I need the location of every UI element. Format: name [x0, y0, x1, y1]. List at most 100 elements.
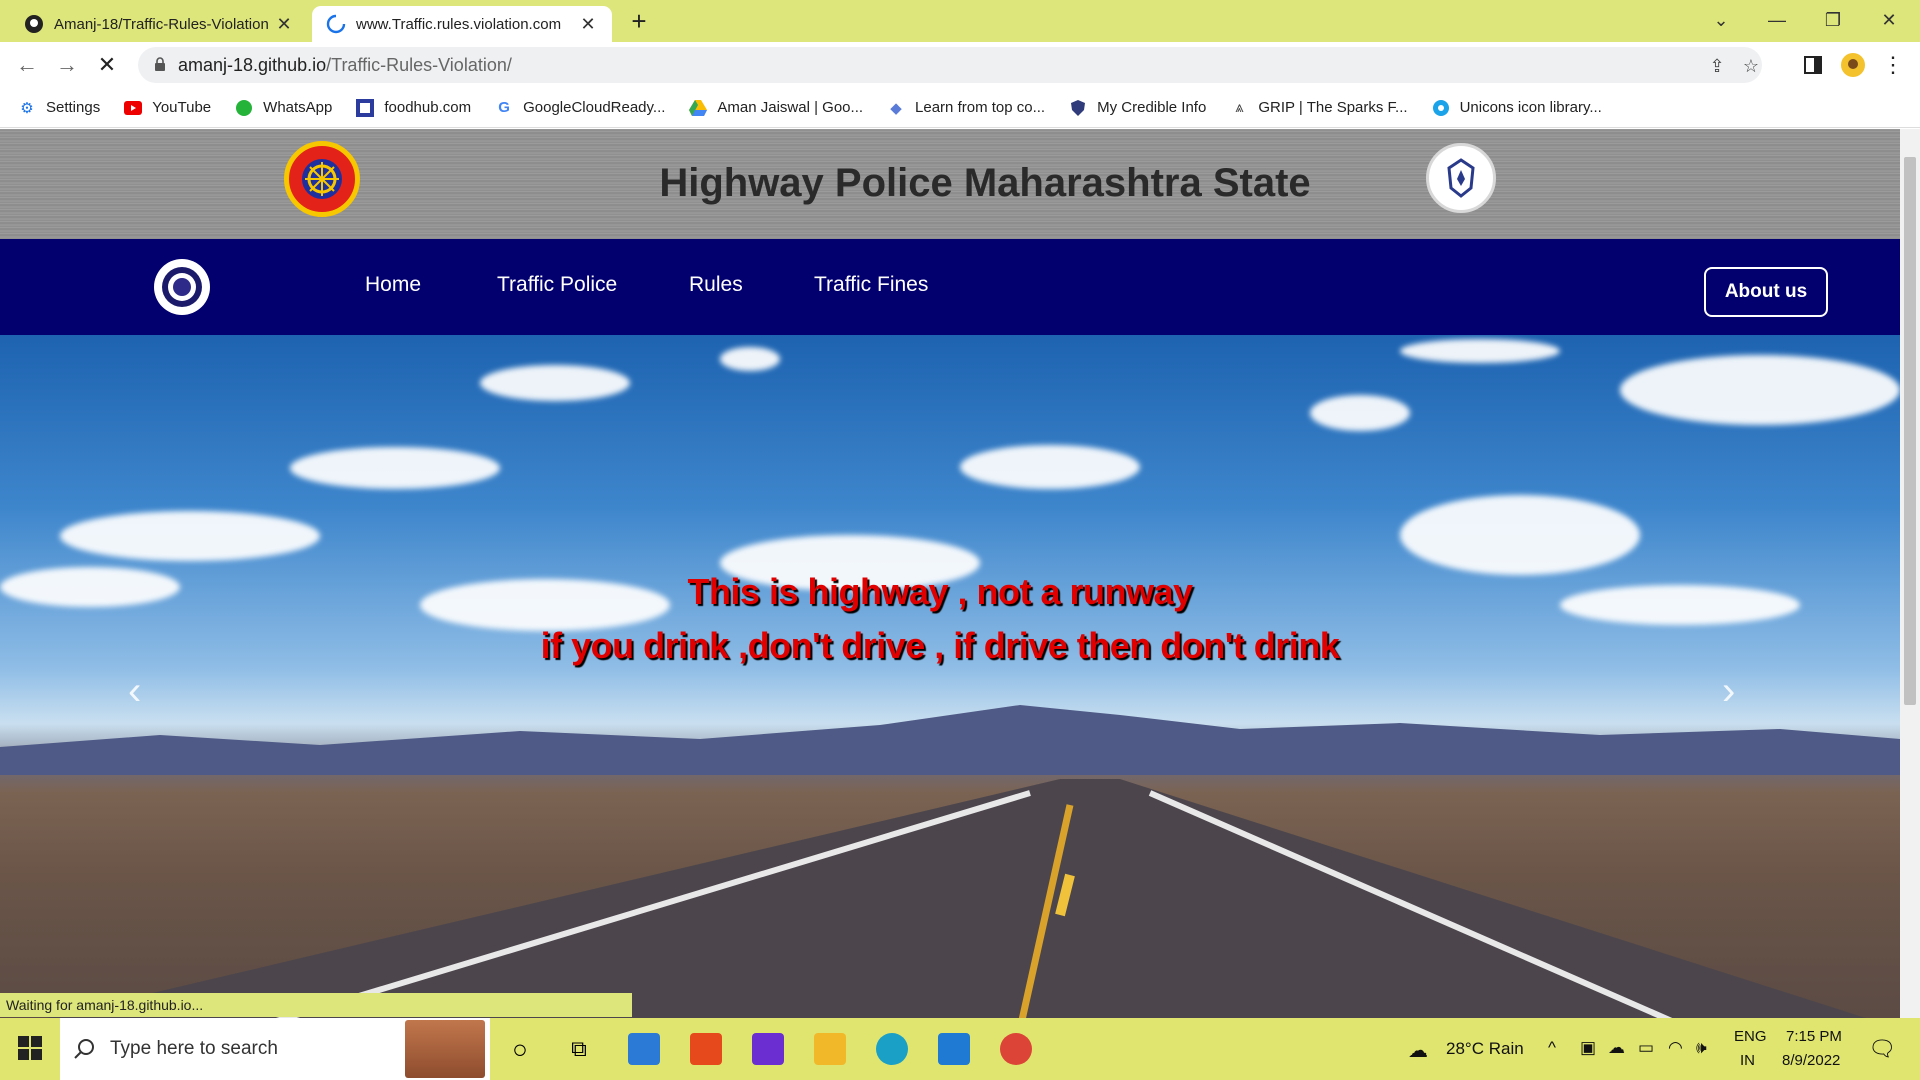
grip-icon: ⩓	[1235, 99, 1244, 116]
lock-icon[interactable]	[154, 56, 166, 72]
nav-home-link[interactable]: Home	[365, 273, 421, 297]
new-tab-button[interactable]: +	[624, 6, 654, 36]
tray-meet-icon[interactable]: ▣	[1580, 1038, 1596, 1058]
cortana-icon[interactable]: ○	[504, 1033, 536, 1065]
drive-icon	[689, 99, 708, 117]
tab-strip: Amanj-18/Traffic-Rules-Violation ✕ www.T…	[0, 0, 1920, 42]
site-title: Highway Police Maharashtra State	[659, 161, 1311, 205]
bookmark-label: WhatsApp	[263, 99, 333, 116]
tab-search-icon[interactable]: ⌄	[1696, 0, 1746, 40]
google-icon: G	[498, 99, 510, 116]
side-panel-icon[interactable]	[1800, 52, 1826, 78]
hero-carousel: This is highway , not a runway if you dr…	[0, 335, 1900, 1029]
page-scrollbar[interactable]	[1900, 129, 1920, 1029]
stop-loading-button[interactable]: ✕	[92, 50, 122, 80]
bookmark-foodhub[interactable]: foodhub.com	[356, 98, 472, 117]
profile-avatar[interactable]	[1840, 52, 1866, 78]
unicons-icon	[1432, 99, 1450, 117]
status-bubble: Waiting for amanj-18.github.io...	[0, 993, 632, 1017]
clock-time[interactable]: 7:15 PM	[1786, 1028, 1842, 1045]
loading-spinner-icon	[326, 14, 346, 34]
diamond-icon: ◆	[890, 99, 902, 117]
windows-taskbar: Type here to search ○ ⧉ ☁ 28°C Rain ^ ▣ …	[0, 1018, 1920, 1080]
cloud	[60, 511, 320, 561]
carousel-next-icon[interactable]: ›	[1722, 671, 1752, 711]
weather-cloud-icon[interactable]: ☁	[1408, 1038, 1428, 1063]
battery-icon[interactable]: ▭	[1638, 1038, 1654, 1058]
show-hidden-icons[interactable]: ^	[1548, 1038, 1556, 1058]
menu-kebab-icon[interactable]: ⋮	[1878, 50, 1908, 80]
cloud	[480, 365, 630, 401]
bookmark-unicons[interactable]: Unicons icon library...	[1432, 99, 1602, 117]
minimize-button[interactable]: —	[1752, 0, 1802, 40]
task-view-icon[interactable]: ⧉	[563, 1033, 595, 1065]
url-host: amanj-18.github.io	[178, 55, 327, 75]
close-tab-icon[interactable]: ✕	[578, 14, 598, 35]
back-button[interactable]: ←	[12, 50, 42, 80]
carousel-prev-icon[interactable]: ‹	[128, 671, 158, 711]
main-navbar: Home Traffic Police Rules Traffic Fines …	[0, 239, 1900, 335]
toolbar: ← → ✕ amanj-18.github.io/Traffic-Rules-V…	[0, 42, 1920, 88]
close-window-button[interactable]: ✕	[1864, 0, 1914, 40]
bookmark-learn[interactable]: ◆ Learn from top co...	[887, 99, 1045, 117]
bookmark-youtube[interactable]: YouTube	[124, 99, 211, 117]
github-icon	[25, 15, 43, 33]
whatsapp-icon	[235, 99, 253, 117]
clock-date[interactable]: 8/9/2022	[1782, 1052, 1840, 1069]
cloud	[1310, 395, 1410, 431]
tab-active[interactable]: www.Traffic.rules.violation.com ✕	[312, 6, 612, 42]
lang-bottom[interactable]: IN	[1740, 1052, 1755, 1069]
url-text[interactable]: amanj-18.github.io/Traffic-Rules-Violati…	[178, 55, 512, 76]
mountain-range	[0, 705, 1900, 775]
tab-github[interactable]: Amanj-18/Traffic-Rules-Violation ✕	[10, 6, 308, 42]
bookmark-label: Settings	[46, 99, 101, 116]
about-us-button[interactable]: About us	[1704, 267, 1828, 317]
bookmark-whatsapp[interactable]: WhatsApp	[235, 99, 332, 117]
bookmark-credible[interactable]: My Credible Info	[1069, 99, 1206, 117]
office-icon[interactable]	[690, 1033, 722, 1065]
url-path: /Traffic-Rules-Violation/	[326, 55, 512, 75]
search-highlight-image[interactable]	[405, 1020, 485, 1078]
nav-rules-link[interactable]: Rules	[689, 273, 743, 297]
edge-icon[interactable]	[876, 1033, 908, 1065]
windows-start-icon[interactable]	[14, 1032, 46, 1064]
intellij-icon[interactable]	[752, 1033, 784, 1065]
site-header: Highway Police Maharashtra State	[0, 129, 1900, 239]
cloud	[1620, 355, 1900, 425]
gear-icon: ⚙	[20, 99, 34, 117]
bookmark-star-icon[interactable]: ☆	[1738, 53, 1764, 79]
chrome-icon[interactable]	[1000, 1033, 1032, 1065]
vscode-icon[interactable]	[938, 1033, 970, 1065]
bookmark-googlecloud[interactable]: G GoogleCloudReady...	[495, 99, 665, 117]
onedrive-icon[interactable]: ☁	[1608, 1038, 1625, 1058]
bookmark-label: Learn from top co...	[915, 99, 1046, 116]
nav-traffic-fines-link[interactable]: Traffic Fines	[814, 273, 928, 297]
notification-icon[interactable]: 🗨	[1868, 1036, 1896, 1062]
close-tab-icon[interactable]: ✕	[274, 14, 294, 35]
page-viewport: Highway Police Maharashtra State Home Tr…	[0, 129, 1900, 1029]
address-bar[interactable]: amanj-18.github.io/Traffic-Rules-Violati…	[138, 47, 1762, 83]
share-icon[interactable]: ⇪	[1704, 53, 1730, 79]
forward-button[interactable]: →	[52, 50, 82, 80]
bookmark-settings[interactable]: ⚙ Settings	[18, 99, 100, 117]
cloud	[0, 567, 180, 607]
bookmark-label: Aman Jaiswal | Goo...	[717, 99, 864, 116]
weather-text[interactable]: 28°C Rain	[1446, 1039, 1524, 1059]
bookmark-drive[interactable]: Aman Jaiswal | Goo...	[689, 99, 863, 117]
file-explorer-icon[interactable]	[814, 1033, 846, 1065]
nav-traffic-police-link[interactable]: Traffic Police	[497, 273, 617, 297]
mail-icon[interactable]	[628, 1033, 660, 1065]
taskbar-search[interactable]: Type here to search	[60, 1018, 490, 1080]
scrollbar-thumb[interactable]	[1904, 157, 1916, 705]
hero-subheading: if you drink ,don't drive , if drive the…	[540, 625, 1340, 666]
volume-icon[interactable]: 🕪	[1696, 1038, 1707, 1058]
nav-logo[interactable]	[154, 259, 210, 315]
bookmark-label: GRIP | The Sparks F...	[1258, 99, 1408, 116]
cloud	[290, 447, 500, 489]
tab-title: www.Traffic.rules.violation.com	[356, 15, 562, 33]
lang-top[interactable]: ENG	[1734, 1028, 1767, 1045]
wifi-icon[interactable]: ◠	[1668, 1038, 1683, 1058]
bookmark-grip[interactable]: ⩓ GRIP | The Sparks F...	[1230, 99, 1407, 117]
bookmark-label: foodhub.com	[384, 99, 472, 116]
restore-button[interactable]: ❐	[1808, 0, 1858, 40]
